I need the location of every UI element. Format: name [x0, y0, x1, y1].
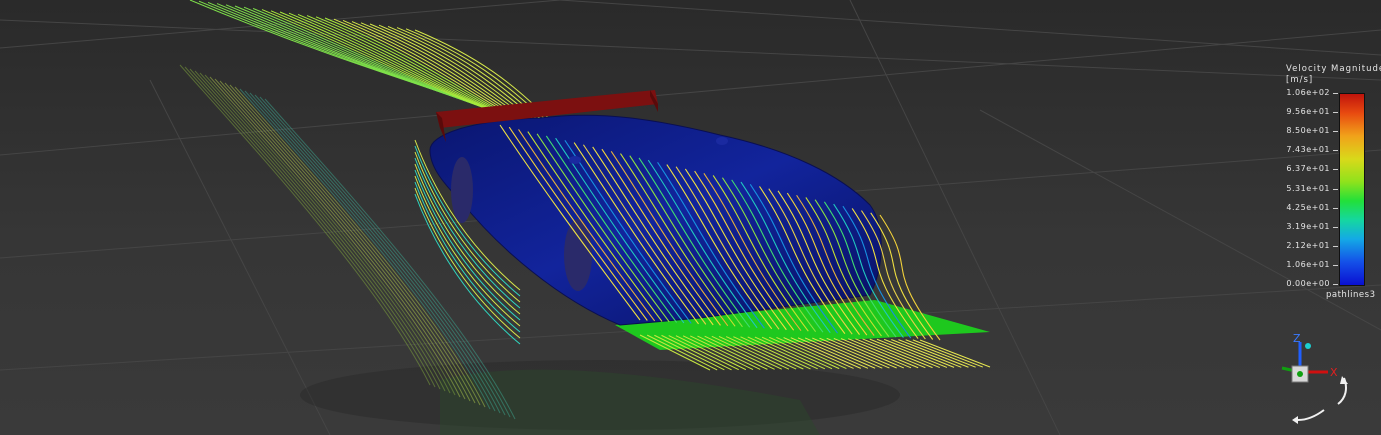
legend-tick-label: 1.06e+02 [1286, 88, 1330, 97]
legend-tick [1333, 169, 1338, 171]
legend-tick-label: 2.12e+01 [1286, 240, 1330, 250]
rear-wheel [451, 157, 473, 223]
rotate-arrowhead-icon [1292, 416, 1298, 424]
z-axis-label: Z [1293, 332, 1301, 345]
legend-tick [1333, 112, 1338, 114]
color-bar [1339, 93, 1365, 286]
y-axis-dot [1297, 371, 1303, 377]
mirror [569, 156, 581, 164]
legend-tick [1333, 131, 1338, 133]
legend-tick [1333, 226, 1338, 228]
mirror [716, 137, 728, 145]
legend-tick-label: 3.19e+01 [1286, 221, 1330, 231]
rotate-arrowhead-icon [1340, 376, 1348, 384]
rotate-arrow-icon[interactable] [1297, 409, 1325, 421]
legend-tick-label: 6.37e+01 [1286, 164, 1330, 174]
x-axis-label: X [1330, 366, 1338, 379]
cyan-marker-icon [1305, 343, 1311, 349]
legend-tick-label: 5.31e+01 [1286, 183, 1330, 193]
legend-unit: [m/s] [1286, 75, 1314, 85]
scene-render [0, 0, 1381, 435]
legend-tick-label: 4.25e+01 [1286, 202, 1330, 212]
legend-tick-label: 9.56e+01 [1286, 107, 1330, 117]
legend-tick [1333, 264, 1338, 266]
legend-tick [1333, 150, 1338, 152]
legend-tick-label: 7.43e+01 [1286, 145, 1330, 155]
legend-tick-label: 1.06e+01 [1286, 259, 1330, 269]
legend-surface-name: pathlines3 [1326, 290, 1376, 300]
legend-tick [1333, 284, 1338, 285]
legend-tick [1333, 188, 1338, 190]
colormap-legend: Velocity Magnitude [m/s] 1.06e+02 9.56e+0… [1280, 64, 1381, 304]
legend-tick-label: 8.50e+01 [1286, 126, 1330, 136]
legend-tick-label: 0.00e+00 [1286, 279, 1330, 288]
legend-title: Velocity Magnitude [1286, 64, 1381, 74]
axis-triad[interactable]: Z X [1268, 328, 1378, 432]
legend-tick [1333, 93, 1338, 94]
graphics-viewport[interactable]: Velocity Magnitude [m/s] 1.06e+02 9.56e+0… [0, 0, 1381, 435]
legend-tick [1333, 207, 1338, 209]
legend-tick [1333, 245, 1338, 247]
